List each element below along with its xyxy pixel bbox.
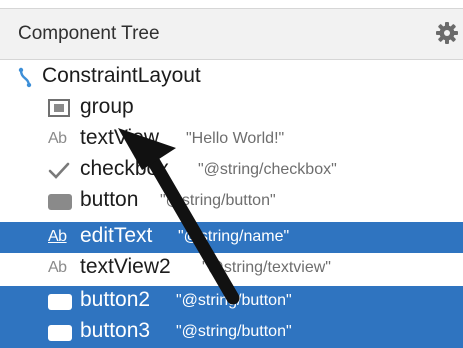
checkbox-icon [48, 162, 70, 185]
tree-item-name: button [80, 188, 139, 211]
tree-item-button2[interactable]: button2 "@string/button" [0, 286, 463, 317]
button-icon [48, 294, 72, 315]
tree-item-value: "@string/checkbox" [198, 161, 337, 178]
edittext-icon: Ab [48, 228, 67, 245]
tree-root[interactable]: ConstraintLayout [0, 62, 463, 93]
component-tree-panel: Component Tree ConstraintLayout group Ab… [0, 0, 463, 348]
button-icon [48, 325, 72, 346]
tree-item-value: "@string/button" [176, 292, 292, 309]
tree-item-textview[interactable]: Ab textView "Hello World!" [0, 124, 463, 155]
tree-item-value: "@string/textview" [202, 259, 331, 276]
tree-item-name: button3 [80, 319, 151, 342]
tree-item-button[interactable]: button "@string/button" [0, 186, 463, 217]
tree-item-edittext[interactable]: Ab editText "@string/name" [0, 222, 463, 253]
tree-item-name: textView [80, 126, 159, 149]
tree-item-value: "@string/button" [176, 323, 292, 340]
tree-item-name: editText [80, 224, 153, 247]
textview-icon: Ab [48, 259, 67, 276]
tree-item-button3[interactable]: button3 "@string/button" [0, 317, 463, 348]
tree-item-textview2[interactable]: Ab textView2 "@string/textview" [0, 253, 463, 284]
tree-item-group[interactable]: group [0, 93, 463, 124]
tree-item-value: "Hello World!" [186, 130, 285, 147]
panel-header: Component Tree [0, 8, 463, 60]
tree-root-label: ConstraintLayout [42, 64, 201, 87]
tree-item-name: checkbox [80, 157, 169, 180]
constraint-layout-icon [18, 67, 38, 94]
tree-item-value: "@string/name" [178, 228, 290, 245]
gear-icon[interactable] [433, 19, 461, 47]
tree-item-value: "@string/button" [160, 192, 276, 209]
button-icon [48, 194, 72, 215]
group-icon [48, 99, 70, 122]
tree-item-checkbox[interactable]: checkbox "@string/checkbox" [0, 155, 463, 186]
tree-item-name: textView2 [80, 255, 171, 278]
panel-title: Component Tree [18, 23, 160, 44]
textview-icon: Ab [48, 130, 67, 147]
tree-item-name: button2 [80, 288, 151, 311]
tree-item-name: group [80, 95, 134, 118]
